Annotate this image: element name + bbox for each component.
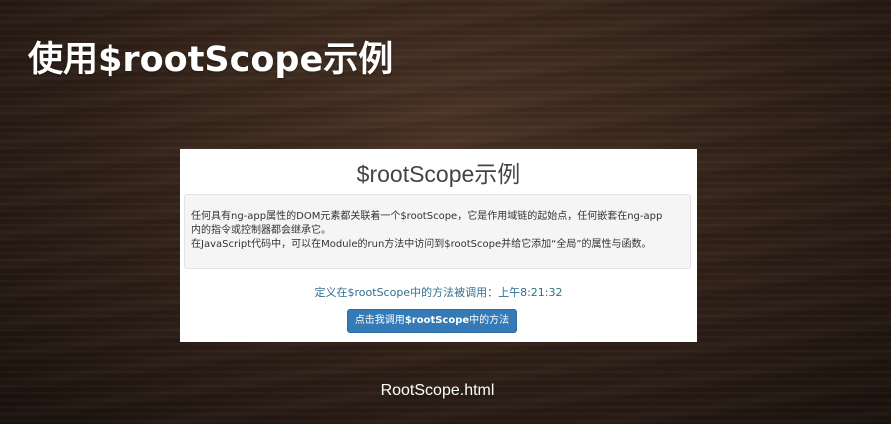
slide-title: 使用$rootScope示例: [28, 40, 394, 80]
description-line: 内的指令或控制器都会继承它。: [191, 225, 331, 236]
button-label-suffix: 中的方法: [469, 315, 510, 326]
button-label-prefix: 点击我调用: [354, 315, 405, 326]
demo-panel: $rootScope示例 任何具有ng-app属性的DOM元素都关联着一个$ro…: [180, 149, 697, 342]
status-text: 定义在$rootScope中的方法被调用：上午8:21:32: [314, 286, 563, 299]
description-line: 任何具有ng-app属性的DOM元素都关联着一个$rootScope，它是作用域…: [191, 211, 663, 222]
button-label-bold: $rootScope: [404, 315, 470, 326]
info-well: 任何具有ng-app属性的DOM元素都关联着一个$rootScope，它是作用域…: [184, 194, 691, 269]
demo-heading: $rootScope示例: [356, 161, 521, 187]
file-caption: RootScope.html: [380, 382, 495, 399]
call-rootscope-method-button[interactable]: 点击我调用$rootScope中的方法: [347, 309, 517, 333]
description-line: 在JavaScript代码中，可以在Module的run方法中访问到$rootS…: [191, 239, 652, 250]
